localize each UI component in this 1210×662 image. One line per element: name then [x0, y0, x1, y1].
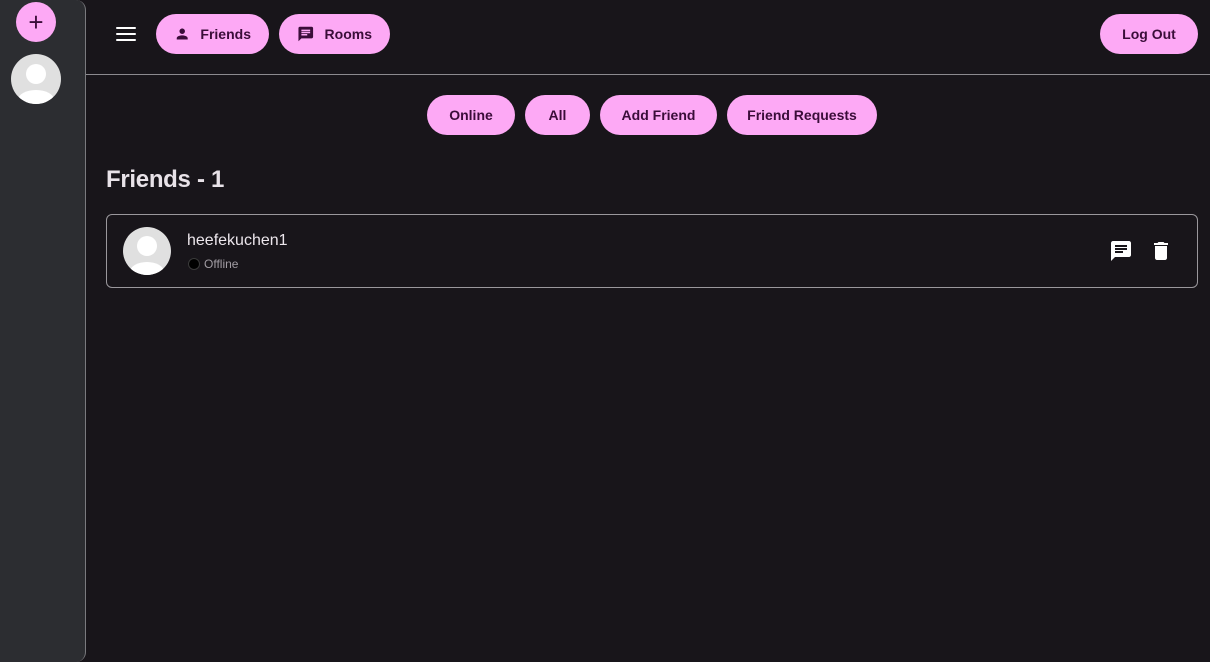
status-dot-icon	[188, 258, 200, 270]
trash-icon	[1154, 242, 1168, 260]
friend-username: heefekuchen1	[187, 232, 288, 249]
friends-nav-label: Friends	[200, 26, 251, 42]
rooms-nav-button[interactable]: Rooms	[279, 14, 390, 54]
friends-nav-button[interactable]: Friends	[156, 14, 269, 54]
friend-status-label: Offline	[204, 257, 239, 271]
filter-online-button[interactable]: Online	[427, 95, 515, 135]
message-friend-button[interactable]	[1109, 239, 1133, 263]
hamburger-menu-icon[interactable]	[114, 22, 138, 46]
friend-avatar-icon	[123, 227, 171, 275]
person-icon	[176, 28, 188, 40]
add-room-button[interactable]: +	[16, 2, 56, 42]
rooms-nav-label: Rooms	[324, 26, 372, 42]
friend-requests-button[interactable]: Friend Requests	[727, 95, 877, 135]
top-bar: Friends Rooms Log Out	[86, 0, 1210, 75]
friend-list-item: heefekuchen1 Offline	[106, 214, 1198, 288]
remove-friend-button[interactable]	[1149, 239, 1173, 263]
chat-bubble-icon	[298, 26, 314, 42]
friend-status: Offline	[188, 257, 238, 271]
filter-all-button[interactable]: All	[525, 95, 590, 135]
add-friend-button[interactable]: Add Friend	[600, 95, 717, 135]
friends-count-heading: Friends - 1	[106, 166, 225, 193]
friend-filter-bar: Online All Add Friend Friend Requests	[0, 95, 1210, 135]
chat-icon	[1111, 241, 1131, 261]
logout-button[interactable]: Log Out	[1100, 14, 1198, 54]
app-root: + Friends Rooms Log Out Online All Add F…	[0, 0, 1210, 662]
